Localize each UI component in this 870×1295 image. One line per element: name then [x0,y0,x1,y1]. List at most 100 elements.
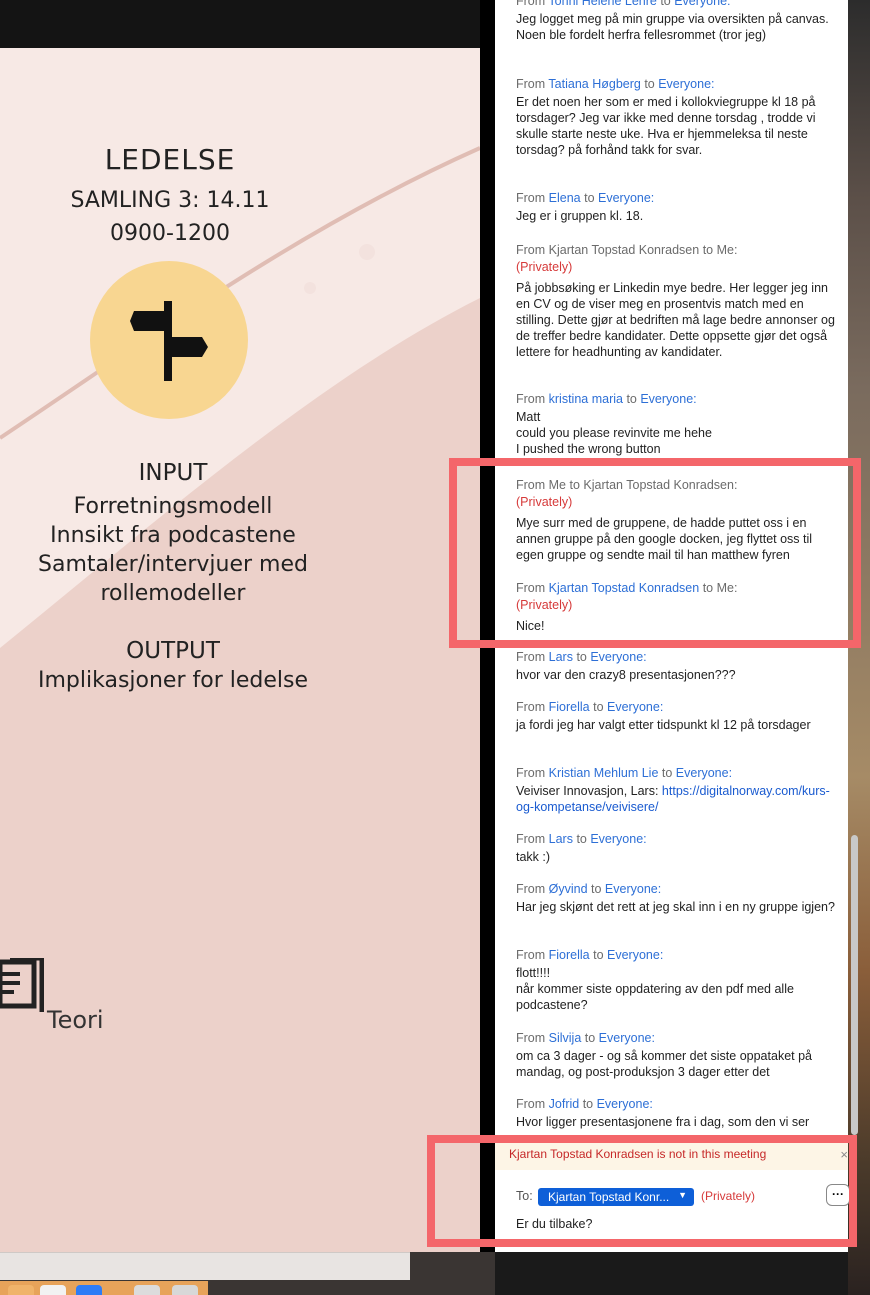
message-body: ja fordi jeg har valgt etter tidspunkt k… [516,718,811,732]
recipient-name: Everyone: [590,650,647,664]
output-heading: OUTPUT [126,638,220,664]
chat-message: From Lars to Everyone: takk :) [516,831,838,865]
window-top-bar [0,0,480,48]
output-line: Implikasjoner for ledelse [38,668,308,693]
dock-app-icon[interactable] [134,1285,160,1295]
from-word: From [516,243,549,257]
window-bottom-panel [0,1252,410,1280]
message-body: Er det noen her som er med i kollokviegr… [516,95,816,157]
to-word: to [581,1031,599,1045]
sender-name[interactable]: Fiorella [549,948,590,962]
sender-name[interactable]: Øyvind [549,882,588,896]
slide-time: 0900-1200 [110,221,230,246]
message-link[interactable]: https://digitalnorway.com/kurs-og-kompet… [516,784,830,814]
message-header: From Silvija to Everyone: [516,1030,838,1047]
from-word: From [516,766,549,780]
recipient-name: Everyone: [640,392,697,406]
message-header: From Fiorella to Everyone: [516,947,838,964]
chat-message: From Fiorella to Everyone: ja fordi jeg h… [516,699,838,733]
input-list: Forretningsmodell Innsikt fra podcastene… [0,492,346,608]
sender-name[interactable]: Silvija [549,1031,582,1045]
message-header: From Øyvind to Everyone: [516,881,838,898]
chat-message: From Øyvind to Everyone: Har jeg skjønt d… [516,881,838,915]
dock-app-icon[interactable] [8,1285,34,1295]
to-word: to [572,832,591,846]
recipient-name: Everyone: [607,948,664,962]
shared-slide: LEDELSE SAMLING 3: 14.11 0900-1200 INPUT… [0,48,480,1252]
sender-name[interactable]: Kristian Mehlum Lie [549,766,659,780]
message-body: hvor var den crazy8 presentasjonen??? [516,668,736,682]
input-line: Innsikt fra podcastene [50,523,296,548]
sender-name[interactable]: Lars [549,650,573,664]
recipient-name: Everyone: [596,1097,653,1111]
sender-name[interactable]: Kjartan Topstad Konradsen [549,243,700,257]
chat-message: From Kjartan Topstad Konradsen to Me: (Pr… [516,242,838,360]
message-body: Matt could you please revinvite me hehe … [516,410,712,456]
to-word: to [622,392,641,406]
chat-message: From Kristian Mehlum Lie to Everyone: Vei… [516,765,838,815]
input-line: Forretningsmodell [73,494,273,519]
sender-name[interactable]: Tonni Helene Lehre [548,0,656,8]
message-body: Hvor ligger presentasjonene fra i dag, s… [516,1115,810,1129]
chat-message: From Silvija to Everyone: om ca 3 dager -… [516,1030,838,1080]
sender-name[interactable]: Tatiana Høgberg [548,77,640,91]
sender-name[interactable]: kristina maria [549,392,623,406]
recipient-name: Everyone: [675,766,733,780]
from-word: From [516,1097,549,1111]
from-word: From [516,650,549,664]
dock-app-icon[interactable] [40,1285,66,1295]
message-body: Har jeg skjønt det rett at jeg skal inn … [516,900,835,914]
message-header: From kristina maria to Everyone: [516,391,838,408]
chat-message: From Tatiana Høgberg to Everyone: Er det … [516,76,838,158]
chat-message: From Elena to Everyone: Jeg er i gruppen … [516,190,838,224]
from-word: From [516,0,549,8]
from-word: From [516,1031,549,1045]
to-word: to [587,882,605,896]
chat-message: From Fiorella to Everyone: flott!!!! når … [516,947,838,1013]
to-word: to [699,243,717,257]
sender-name[interactable]: Jofrid [549,1097,580,1111]
input-line: Samtaler/intervjuer med [38,552,308,577]
to-word: to [656,0,675,8]
from-word: From [516,882,549,896]
message-body: Jeg er i gruppen kl. 18. [516,209,644,223]
message-header: From Tatiana Høgberg to Everyone: [516,76,838,93]
message-header: From Elena to Everyone: [516,190,838,207]
message-header: From Lars to Everyone: [516,649,838,666]
sender-name[interactable]: Elena [549,191,581,205]
sender-name[interactable]: Lars [549,832,573,846]
from-word: From [516,191,549,205]
from-word: From [516,392,549,406]
message-body: Jeg logget meg på min gruppe via oversik… [516,12,829,42]
signpost-icon [130,301,208,381]
slide-title: LEDELSE [104,143,236,176]
to-word: to [579,1097,597,1111]
slide-session: SAMLING 3: 14.11 [70,188,270,213]
message-header: From Fiorella to Everyone: [516,699,838,716]
to-word: to [640,77,659,91]
message-header: From Lars to Everyone: [516,831,838,848]
to-word: to [589,948,608,962]
message-body: flott!!!! når kommer siste oppdatering a… [516,966,794,1012]
recipient-name: Everyone: [607,700,664,714]
from-word: From [516,700,549,714]
signpost-badge [90,261,248,419]
chat-message: From kristina maria to Everyone: Matt cou… [516,391,838,457]
to-word: to [658,766,676,780]
recipient-name: Everyone: [598,1031,655,1045]
dock-trash-icon[interactable] [172,1285,198,1295]
to-word: to [572,650,591,664]
documents-icon [0,958,44,1012]
recipient-name: Everyone: [674,0,731,8]
recipient-name: Everyone: [604,882,662,896]
chat-message: From Lars to Everyone: hvor var den crazy… [516,649,838,683]
message-body: Veiviser Innovasjon, Lars: https://digit… [516,784,830,814]
input-line: rollemodeller [100,581,246,606]
message-body: om ca 3 dager - og så kommer det siste o… [516,1049,812,1079]
private-label: (Privately) [516,260,573,274]
recipient-name: Everyone: [658,77,715,91]
sender-name[interactable]: Fiorella [549,700,590,714]
chat-scrollbar[interactable] [851,835,858,1135]
dock-app-icon[interactable] [76,1285,102,1295]
recipient-name: Me: [716,243,738,257]
